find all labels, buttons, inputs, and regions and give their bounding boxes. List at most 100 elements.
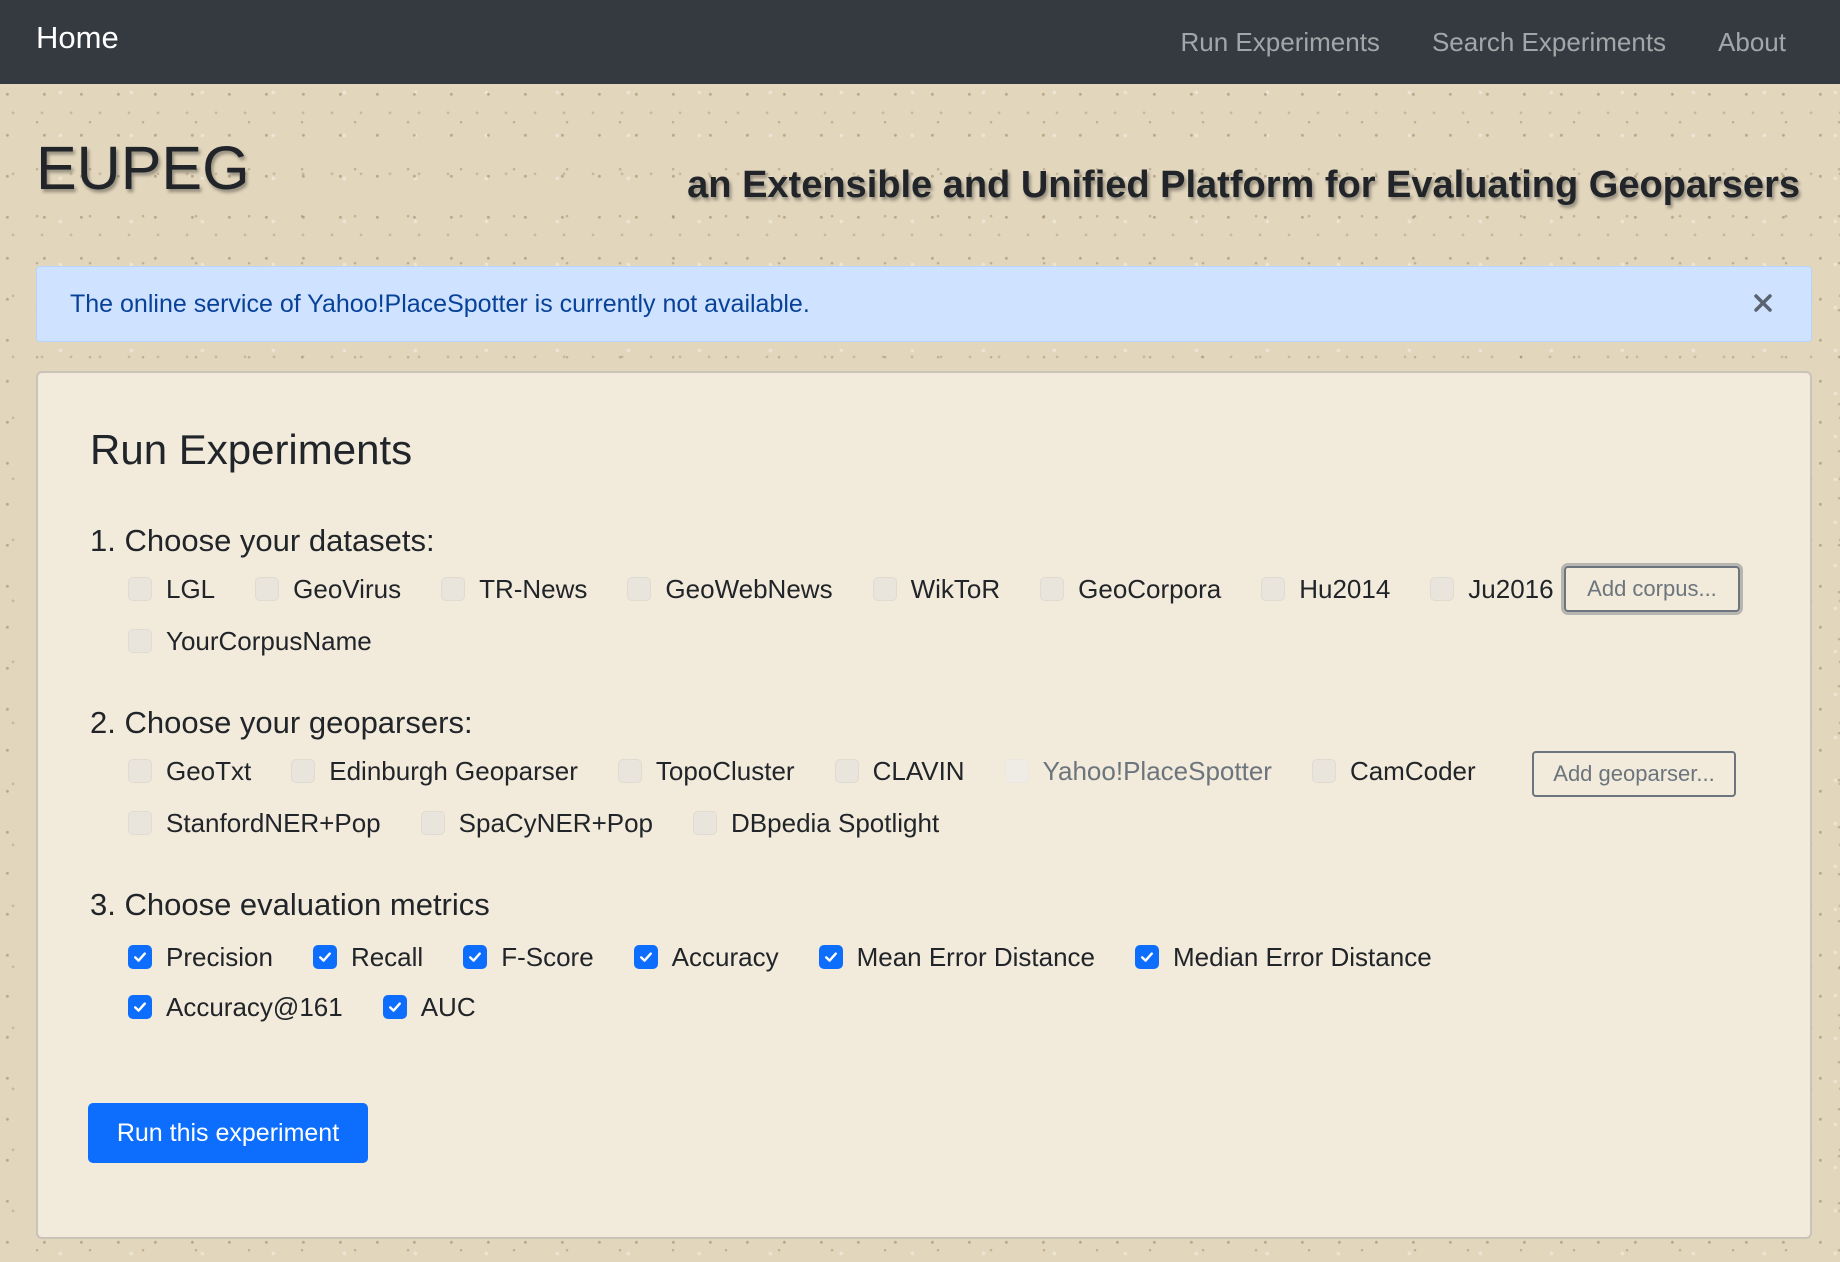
geoparser-topocluster[interactable]: TopoCluster	[617, 755, 795, 787]
metric-f-score[interactable]: F-Score	[463, 941, 594, 973]
metric-label: Median Error Distance	[1173, 941, 1432, 972]
dataset-label: GeoWebNews	[665, 573, 833, 604]
dataset-geovirus[interactable]: GeoVirus	[255, 574, 401, 605]
metric-accuracy-161[interactable]: Accuracy@161	[128, 992, 343, 1023]
dataset-label: Hu2014	[1299, 573, 1391, 604]
metric-label: F-Score	[501, 941, 594, 972]
geoparser-label: SpaCyNER+Pop	[458, 807, 654, 838]
metric-auc[interactable]: AUC	[382, 991, 476, 1023]
geoparser-edinburgh[interactable]: Edinburgh Geoparser	[291, 756, 578, 787]
dataset-wiktor[interactable]: WikToR	[872, 574, 1000, 605]
metric-label: Precision	[166, 941, 273, 972]
metric-label: Accuracy@161	[166, 991, 343, 1022]
checkbox[interactable]	[291, 759, 316, 783]
geoparser-clavin[interactable]: CLAVIN	[834, 755, 965, 787]
page-title: EUPEG	[36, 134, 250, 202]
geoparsers-row-2: StanfordNER+Pop SpaCyNER+Pop DBpedia Spo…	[128, 805, 979, 841]
geoparser-label: GeoTxt	[166, 755, 252, 786]
checkbox[interactable]	[1040, 577, 1065, 601]
add-corpus-button[interactable]: Add corpus...	[1564, 566, 1740, 612]
run-experiment-button[interactable]: Run this experiment	[88, 1103, 368, 1163]
geoparser-label: CLAVIN	[872, 755, 965, 786]
geoparser-stanfordner-pop[interactable]: StanfordNER+Pop	[128, 808, 381, 839]
dataset-label: YourCorpusName	[166, 625, 372, 656]
checkbox-checked-icon[interactable]	[1135, 945, 1159, 969]
geoparser-dbpedia-spotlight[interactable]: DBpedia Spotlight	[693, 808, 939, 839]
add-geoparser-button[interactable]: Add geoparser...	[1532, 751, 1736, 797]
geoparsers-row-1: GeoTxt Edinburgh Geoparser TopoCluster C…	[128, 753, 1516, 789]
card-title: Run Experiments	[90, 426, 413, 473]
disabled-checkbox	[1004, 759, 1029, 783]
metric-mean-error-distance[interactable]: Mean Error Distance	[818, 941, 1095, 973]
dataset-geowebnews[interactable]: GeoWebNews	[627, 573, 833, 605]
metrics-row-2: Accuracy@161 AUC	[128, 989, 516, 1025]
run-experiments-card: Run Experiments 1. Choose your datasets:…	[36, 371, 1812, 1239]
checkbox[interactable]	[1261, 577, 1286, 601]
checkbox[interactable]	[872, 577, 897, 601]
geoparser-label: Yahoo!PlaceSpotter	[1042, 755, 1272, 786]
checkbox-checked-icon[interactable]	[818, 945, 843, 969]
geoparser-yahoo-placespotter: Yahoo!PlaceSpotter	[1004, 755, 1272, 787]
metric-label: Mean Error Distance	[856, 941, 1095, 972]
dataset-hu2014[interactable]: Hu2014	[1261, 574, 1390, 605]
checkbox[interactable]	[1311, 759, 1336, 783]
checkbox-checked-icon[interactable]	[312, 945, 337, 969]
checkbox[interactable]	[627, 577, 652, 601]
geoparser-label: TopoCluster	[655, 755, 795, 786]
geoparser-label: CamCoder	[1349, 755, 1476, 786]
dataset-label: LGL	[166, 573, 216, 604]
geoparser-camcoder[interactable]: CamCoder	[1311, 755, 1476, 787]
checkbox[interactable]	[128, 577, 152, 601]
page-subtitle: an Extensible and Unified Platform for E…	[687, 164, 1800, 206]
checkbox[interactable]	[834, 759, 859, 783]
checkbox-checked-icon[interactable]	[128, 945, 152, 969]
nav-links: Run Experiments Search Experiments About	[1181, 0, 1840, 84]
checkbox[interactable]	[128, 811, 152, 835]
dataset-ju2016[interactable]: Ju2016	[1430, 573, 1554, 605]
checkbox-checked-icon[interactable]	[633, 945, 658, 969]
info-alert: The online service of Yahoo!PlaceSpotter…	[36, 266, 1812, 342]
checkbox[interactable]	[128, 629, 152, 653]
metric-label: Accuracy	[671, 941, 779, 972]
checkbox-checked-icon[interactable]	[128, 995, 152, 1019]
metric-median-error-distance[interactable]: Median Error Distance	[1135, 942, 1432, 973]
geoparsers-label: 2. Choose your geoparsers:	[90, 705, 473, 740]
dataset-geocorpora[interactable]: GeoCorpora	[1040, 574, 1221, 605]
geoparser-label: DBpedia Spotlight	[731, 807, 940, 838]
metrics-row-1: Precision Recall F-Score Accuracy Mean E…	[128, 939, 1472, 975]
nav-run-experiments[interactable]: Run Experiments	[1181, 27, 1380, 58]
checkbox[interactable]	[420, 811, 445, 835]
checkbox[interactable]	[693, 811, 718, 835]
dataset-label: Ju2016	[1468, 573, 1554, 604]
checkbox-checked-icon[interactable]	[382, 995, 407, 1019]
geoparser-spacyner-pop[interactable]: SpaCyNER+Pop	[420, 807, 654, 839]
metric-precision[interactable]: Precision	[128, 942, 273, 973]
geoparser-label: Edinburgh Geoparser	[329, 755, 578, 786]
checkbox[interactable]	[255, 577, 280, 601]
dataset-label: TR-News	[479, 573, 588, 604]
metric-recall[interactable]: Recall	[312, 941, 424, 973]
metrics-label: 3. Choose evaluation metrics	[90, 887, 490, 922]
checkbox[interactable]	[441, 577, 466, 601]
close-icon[interactable]	[1745, 285, 1781, 321]
datasets-row-2: YourCorpusName	[128, 623, 412, 659]
top-navbar: Home Run Experiments Search Experiments …	[0, 0, 1840, 84]
dataset-lgl[interactable]: LGL	[128, 574, 215, 605]
checkbox-checked-icon[interactable]	[463, 945, 488, 969]
metric-label: Recall	[350, 941, 424, 972]
metric-accuracy[interactable]: Accuracy	[633, 941, 779, 973]
dataset-yourcorpusname[interactable]: YourCorpusName	[128, 626, 372, 657]
geoparser-geotxt[interactable]: GeoTxt	[128, 756, 251, 787]
metric-label: AUC	[420, 991, 476, 1022]
geoparser-label: StanfordNER+Pop	[166, 807, 381, 838]
nav-search-experiments[interactable]: Search Experiments	[1432, 27, 1666, 58]
dataset-label: GeoCorpora	[1078, 573, 1222, 604]
dataset-tr-news[interactable]: TR-News	[441, 574, 587, 605]
checkbox[interactable]	[617, 759, 642, 783]
nav-about[interactable]: About	[1718, 27, 1786, 58]
datasets-row-1: LGL GeoVirus TR-News GeoWebNews WikToR G…	[128, 571, 1554, 607]
checkbox[interactable]	[128, 759, 152, 783]
datasets-label: 1. Choose your datasets:	[90, 523, 435, 558]
home-link[interactable]: Home	[36, 20, 119, 56]
checkbox[interactable]	[1430, 577, 1455, 601]
